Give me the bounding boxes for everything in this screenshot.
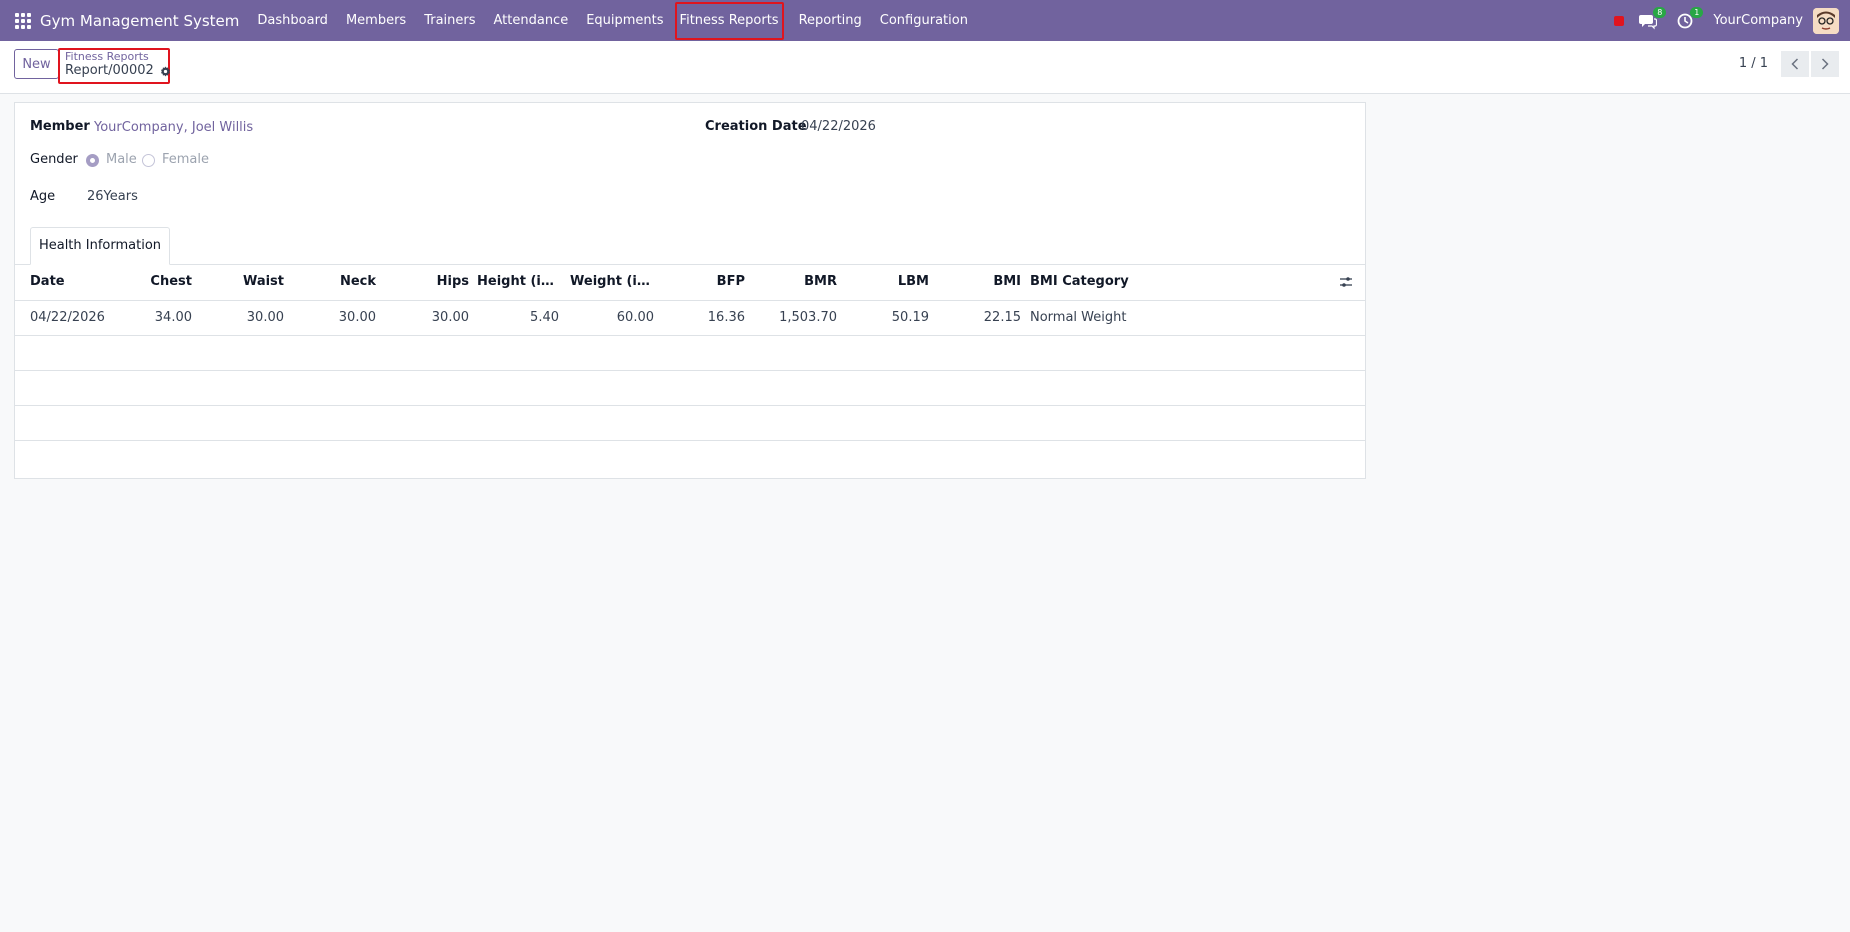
company-switcher[interactable]: YourCompany <box>1713 13 1803 28</box>
table-row[interactable]: 04/22/2026 34.00 30.00 30.00 30.00 5.40 … <box>15 301 1365 336</box>
user-avatar[interactable] <box>1813 7 1839 34</box>
column-neck[interactable]: Neck <box>287 265 376 299</box>
gear-icon[interactable] <box>160 65 171 77</box>
pager-value[interactable]: 1 / 1 <box>1739 56 1768 71</box>
cell-chest[interactable]: 34.00 <box>125 301 192 335</box>
activities-badge: 1 <box>1690 6 1704 18</box>
tab-health-information[interactable]: Health Information <box>30 227 170 265</box>
notebook-tabs: Health Information <box>15 227 1365 265</box>
menu-trainers[interactable]: Trainers <box>415 0 484 41</box>
age-label: Age <box>30 189 56 204</box>
cell-waist[interactable]: 30.00 <box>195 301 284 335</box>
empty-row <box>15 371 1365 406</box>
messages-icon[interactable]: 8 <box>1639 6 1667 30</box>
control-panel: New Fitness Reports Report/00002 1 / 1 <box>0 41 1850 94</box>
new-button[interactable]: New <box>14 49 59 79</box>
gender-label: Gender <box>30 152 78 167</box>
app-brand[interactable]: Gym Management System <box>40 12 239 30</box>
messages-badge: 8 <box>1653 6 1667 18</box>
pager-buttons <box>1781 51 1839 77</box>
cell-hips[interactable]: 30.00 <box>379 301 469 335</box>
menu-fitness-reports[interactable]: Fitness Reports <box>674 1 784 40</box>
gender-female-label[interactable]: Female <box>162 152 209 167</box>
apps-menu-icon[interactable] <box>15 12 31 29</box>
gender-male-label[interactable]: Male <box>106 152 137 167</box>
column-hips[interactable]: Hips <box>379 265 469 299</box>
column-chest[interactable]: Chest <box>125 265 192 299</box>
column-weight[interactable]: Weight (in k... <box>570 265 655 299</box>
column-bmr[interactable]: BMR <box>755 265 837 299</box>
record-name: Report/00002 <box>65 63 154 78</box>
previous-record-button[interactable] <box>1781 51 1809 77</box>
menu-members[interactable]: Members <box>337 0 415 41</box>
top-navbar: Gym Management System Dashboard Members … <box>0 0 1850 41</box>
age-field[interactable]: 26Years <box>87 189 138 204</box>
column-date[interactable]: Date <box>30 265 130 299</box>
form-sheet: Member YourCompany, Joel Willis Creation… <box>14 102 1366 479</box>
column-height[interactable]: Height (in I... <box>477 265 557 299</box>
member-field[interactable]: YourCompany, Joel Willis <box>94 120 253 135</box>
cell-weight[interactable]: 60.00 <box>570 301 654 335</box>
empty-row <box>15 406 1365 441</box>
optional-columns-icon[interactable] <box>1339 275 1353 289</box>
column-bfp[interactable]: BFP <box>665 265 745 299</box>
cell-bmi[interactable]: 22.15 <box>935 301 1021 335</box>
menu-dashboard[interactable]: Dashboard <box>248 0 337 41</box>
cell-bfp[interactable]: 16.36 <box>665 301 745 335</box>
menu-equipments[interactable]: Equipments <box>577 0 672 41</box>
cell-lbm[interactable]: 50.19 <box>845 301 929 335</box>
cell-bmr[interactable]: 1,503.70 <box>755 301 837 335</box>
creation-date-field[interactable]: 04/22/2026 <box>801 119 876 134</box>
table-header-row: Date Chest Waist Neck Hips Height (in I.… <box>15 265 1365 301</box>
breadcrumb-parent-link[interactable]: Fitness Reports <box>65 51 168 63</box>
breadcrumb: Fitness Reports Report/00002 <box>58 48 170 84</box>
menu-reporting[interactable]: Reporting <box>790 0 871 41</box>
column-bmi[interactable]: BMI <box>935 265 1021 299</box>
cell-date[interactable]: 04/22/2026 <box>30 301 130 335</box>
next-record-button[interactable] <box>1811 51 1839 77</box>
cell-height[interactable]: 5.40 <box>477 301 559 335</box>
empty-row <box>15 336 1365 371</box>
health-information-table: Date Chest Waist Neck Hips Height (in I.… <box>15 265 1365 441</box>
column-bmi-category[interactable]: BMI Category <box>1030 265 1180 299</box>
gender-male-radio[interactable] <box>86 154 99 167</box>
recording-indicator-icon <box>1614 15 1625 26</box>
gender-female-radio[interactable] <box>142 154 155 167</box>
menu-attendance[interactable]: Attendance <box>485 0 578 41</box>
column-waist[interactable]: Waist <box>195 265 284 299</box>
navbar-systray: 8 1 YourCompany <box>1614 0 1850 41</box>
column-lbm[interactable]: LBM <box>845 265 929 299</box>
cell-bmi-category[interactable]: Normal Weight <box>1030 301 1180 335</box>
creation-date-label: Creation Date <box>705 119 807 134</box>
menu-configuration[interactable]: Configuration <box>871 0 977 41</box>
activities-clock-icon[interactable]: 1 <box>1676 6 1704 30</box>
breadcrumb-current: Report/00002 <box>65 63 171 79</box>
cell-neck[interactable]: 30.00 <box>287 301 376 335</box>
member-label: Member <box>30 119 90 134</box>
